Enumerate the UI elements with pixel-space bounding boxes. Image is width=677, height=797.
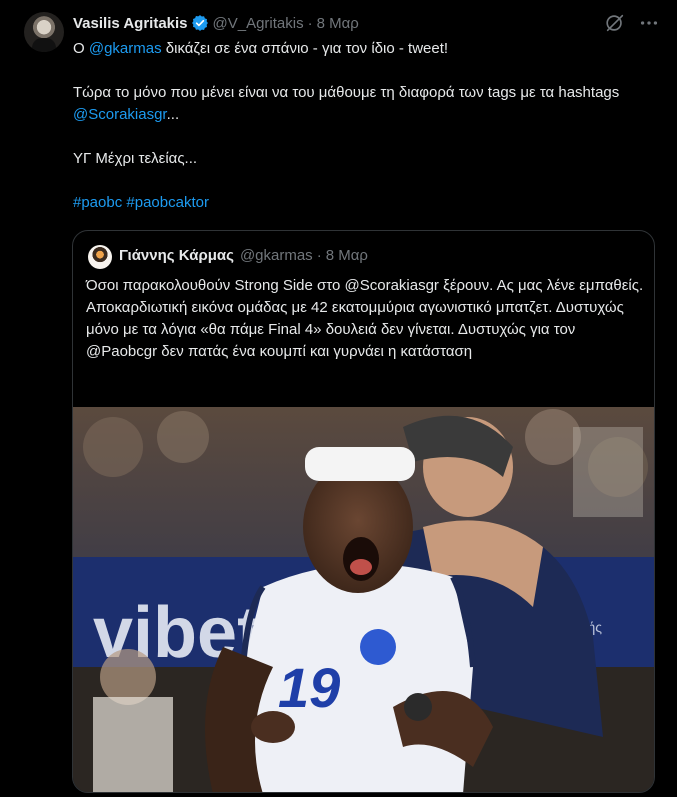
tweet-text: Ο @gkarmas δικάζει σε ένα σπάνιο - για τ… [73, 38, 653, 214]
quoted-author-name[interactable]: Γιάννης Κάρμας [119, 247, 234, 264]
author-avatar[interactable] [24, 12, 64, 52]
author-handle[interactable]: @V_Agritakis [213, 15, 304, 32]
grok-icon[interactable] [604, 12, 626, 34]
quoted-tweet-text: Όσοι παρακολουθούν Strong Side στο @Scor… [86, 277, 644, 360]
quoted-author-handle[interactable]: @gkarmas [240, 247, 313, 264]
verified-badge-icon [191, 14, 209, 32]
separator-dot: · [307, 14, 313, 32]
hashtags: #paobc #paobcaktor [73, 192, 653, 214]
tweet[interactable]: Vasilis Agritakis @V_Agritakis · 8 Μαρ Ο… [0, 0, 677, 797]
tweet-line-1: Ο @gkarmas δικάζει σε ένα σπάνιο - για τ… [73, 38, 653, 60]
text-segment: ... [166, 106, 180, 123]
quoted-tweet-time[interactable]: 8 Μαρ [326, 247, 368, 264]
text-segment: Τώρα το μόνο που μένει είναι να του μάθο… [73, 84, 620, 101]
quoted-tweet[interactable]: Γιάννης Κάρμας @gkarmas · 8 Μαρ Όσοι παρ… [72, 230, 655, 793]
tweet-line-3: ΥΓ Μέχρι τελείας... [73, 150, 198, 167]
tweet-time[interactable]: 8 Μαρ [317, 15, 359, 32]
quoted-author-avatar[interactable] [88, 245, 112, 269]
separator-dot: · [316, 247, 322, 264]
text-segment: δικάζει σε ένα σπάνιο - για τον ίδιο - t… [161, 40, 449, 57]
jersey-number: 19 [278, 656, 340, 719]
hashtag-link[interactable]: #paobc [73, 194, 122, 211]
quoted-tweet-photo[interactable]: vibet ακροατής 19 [73, 407, 654, 792]
hashtag-link[interactable]: #paobcaktor [126, 194, 209, 211]
tweet-line-2: Τώρα το μόνο που μένει είναι να του μάθο… [73, 82, 653, 126]
mention-link[interactable]: @gkarmas [89, 40, 162, 57]
text-segment: Ο [73, 40, 89, 57]
tweet-header: Vasilis Agritakis @V_Agritakis · 8 Μαρ [73, 12, 359, 34]
author-name[interactable]: Vasilis Agritakis [73, 15, 188, 32]
mention-link[interactable]: @Scorakiasgr [73, 106, 167, 123]
more-icon[interactable] [638, 12, 660, 34]
quoted-tweet-header: Γιάννης Κάρμας @gkarmas · 8 Μαρ [119, 247, 368, 264]
